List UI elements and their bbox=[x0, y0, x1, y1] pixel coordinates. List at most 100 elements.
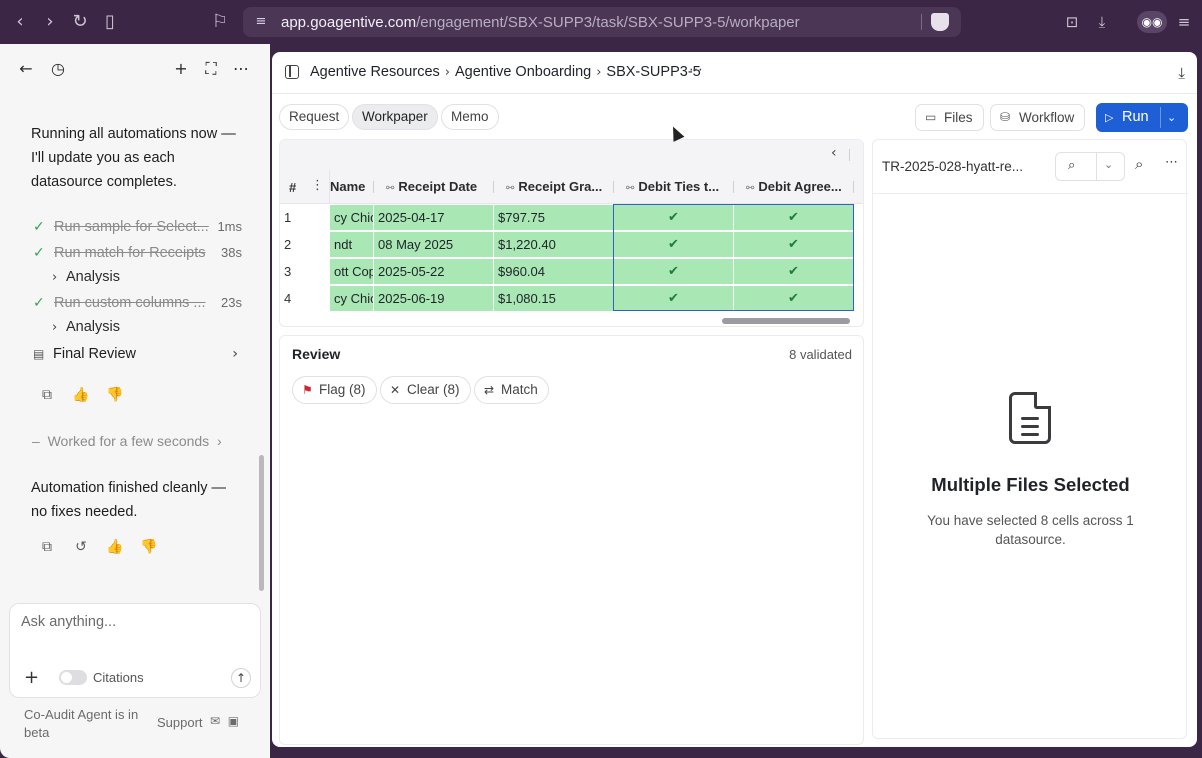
thumbs-down-icon[interactable]: 👎 bbox=[139, 537, 159, 557]
tab-memo[interactable]: Memo bbox=[441, 104, 499, 130]
task-item[interactable]: ✓ Run custom columns ... 23s bbox=[33, 292, 248, 314]
worked-status[interactable]: – Worked for a few seconds › bbox=[32, 433, 222, 449]
citations-toggle[interactable] bbox=[59, 670, 87, 685]
task-name: Run sample for Select... bbox=[54, 219, 209, 235]
table-cell[interactable]: ott Cop bbox=[330, 259, 374, 284]
table-row[interactable]: 3 ott Cop 2025-05-22 $960.04 ✔ ✔ bbox=[280, 258, 863, 285]
url-text[interactable]: app.goagentive.com/engagement/SBX-SUPP3/… bbox=[281, 14, 800, 31]
task-item[interactable]: ✓ Run sample for Select... 1ms bbox=[33, 216, 248, 238]
bookmark-icon[interactable]: ⚐ bbox=[210, 12, 230, 32]
check-cell[interactable]: ✔ bbox=[734, 232, 854, 257]
table-cell[interactable]: ndt bbox=[330, 232, 374, 257]
column-header[interactable]: ⚯ Receipt Gra... bbox=[494, 170, 614, 204]
table-cell[interactable]: 2025-06-19 bbox=[374, 286, 494, 311]
breadcrumb-item[interactable]: Agentive Onboarding bbox=[455, 64, 591, 80]
table-cell[interactable]: $1,080.15 bbox=[494, 286, 614, 311]
address-bar[interactable]: ≡ app.goagentive.com/engagement/SBX-SUPP… bbox=[243, 7, 961, 37]
expand-icon[interactable]: ⛶ bbox=[200, 58, 222, 80]
chevron-down-icon[interactable]: ⌄ bbox=[1167, 103, 1176, 132]
final-review-item[interactable]: ▤ Final Review › bbox=[33, 343, 243, 365]
table-cell[interactable]: $960.04 bbox=[494, 259, 614, 284]
table-row[interactable]: 2 ndt 08 May 2025 $1,220.40 ✔ ✔ bbox=[280, 231, 863, 258]
analysis-toggle[interactable]: › Analysis bbox=[52, 266, 120, 288]
back-arrow-icon[interactable]: ← bbox=[15, 58, 37, 80]
divider bbox=[849, 149, 850, 161]
mail-icon[interactable]: ✉ bbox=[210, 714, 220, 728]
chat-scrollbar[interactable] bbox=[259, 455, 264, 591]
column-header[interactable]: ⚯ Debit Ties t... bbox=[614, 170, 734, 204]
table-cell[interactable]: $797.75 bbox=[494, 205, 614, 230]
table-cell[interactable]: 2025-05-22 bbox=[374, 259, 494, 284]
sidebar-icon[interactable]: ▯ bbox=[100, 12, 120, 32]
send-icon[interactable]: ↑ bbox=[231, 668, 251, 688]
more-icon[interactable]: ⋯ bbox=[689, 62, 703, 78]
analysis-toggle[interactable]: › Analysis bbox=[52, 316, 120, 338]
column-header[interactable]: ⚯ Receipt Date bbox=[374, 170, 494, 204]
tab-workpaper[interactable]: Workpaper bbox=[352, 104, 438, 130]
teams-icon[interactable]: ▣ bbox=[228, 714, 239, 728]
tab-bar: Request Workpaper Memo ▭ Files ⛁ Workflow … bbox=[272, 94, 1197, 140]
column-header[interactable]: Name bbox=[330, 170, 374, 204]
files-button[interactable]: ▭ Files bbox=[915, 104, 984, 131]
attach-icon[interactable]: + bbox=[24, 667, 39, 688]
tab-request[interactable]: Request bbox=[279, 104, 350, 130]
task-item[interactable]: ✓ Run match for Receipts 38s bbox=[33, 242, 248, 264]
forward-icon[interactable]: › bbox=[40, 12, 60, 32]
retry-icon[interactable]: ↺ bbox=[71, 537, 91, 557]
profile-icon[interactable]: ◉◉ bbox=[1137, 11, 1167, 33]
check-cell[interactable]: ✔ bbox=[614, 259, 734, 284]
download-icon[interactable]: ⤓ bbox=[1178, 64, 1185, 82]
more-icon[interactable]: ⋯ bbox=[1165, 155, 1178, 170]
table-cell[interactable]: 2025-04-17 bbox=[374, 205, 494, 230]
workflow-button[interactable]: ⛁ Workflow bbox=[990, 104, 1086, 131]
breadcrumb-item[interactable]: SBX-SUPP3-5 bbox=[606, 64, 700, 80]
match-button[interactable]: ⇄ Match bbox=[474, 376, 549, 404]
collapse-icon[interactable]: ‹ bbox=[831, 145, 837, 161]
check-cell[interactable]: ✔ bbox=[614, 232, 734, 257]
column-header[interactable]: ⚯ Debit Agree... bbox=[734, 170, 854, 204]
screenshot-icon[interactable]: ⊡ bbox=[1062, 12, 1082, 32]
chevron-down-icon[interactable]: ⌄ bbox=[1104, 158, 1113, 171]
clear-button[interactable]: ✕ Clear (8) bbox=[380, 376, 471, 404]
table-cell[interactable]: cy Chica bbox=[330, 205, 374, 230]
breadcrumb-item[interactable]: Agentive Resources bbox=[310, 64, 440, 80]
brave-shield-icon[interactable] bbox=[931, 13, 949, 31]
table-row[interactable]: 1 cy Chica 2025-04-17 $797.75 ✔ ✔ bbox=[280, 204, 863, 231]
thumbs-up-icon[interactable]: 👍 bbox=[71, 385, 91, 405]
reload-icon[interactable]: ↻ bbox=[70, 12, 90, 32]
table-row[interactable]: 4 cy Chica 2025-06-19 $1,080.15 ✔ ✔ bbox=[280, 285, 863, 312]
check-cell[interactable]: ✔ bbox=[614, 286, 734, 311]
file-selector[interactable]: ⌕ ⌄ bbox=[1055, 152, 1125, 181]
chat-input[interactable] bbox=[21, 612, 251, 632]
support-link[interactable]: Support bbox=[157, 715, 203, 730]
copy-icon[interactable]: ⧉ bbox=[37, 537, 57, 557]
search-icon[interactable]: ⌕ bbox=[1135, 155, 1143, 173]
table-cell[interactable]: 08 May 2025 bbox=[374, 232, 494, 257]
menu-icon[interactable]: ≡ bbox=[1174, 12, 1194, 32]
flag-button[interactable]: ⚑ Flag (8) bbox=[292, 376, 377, 404]
new-chat-icon[interactable]: + bbox=[170, 58, 192, 80]
review-panel: Review 8 validated ⚑ Flag (8) ✕ Clear (8) … bbox=[279, 335, 864, 745]
check-cell[interactable]: ✔ bbox=[734, 205, 854, 230]
table-cell[interactable]: cy Chica bbox=[330, 286, 374, 311]
thumbs-down-icon[interactable]: 👎 bbox=[105, 385, 125, 405]
check-cell[interactable]: ✔ bbox=[734, 259, 854, 284]
copy-icon[interactable]: ⧉ bbox=[37, 385, 57, 405]
site-settings-icon[interactable]: ≡ bbox=[252, 13, 270, 31]
sidebar-toggle-icon[interactable] bbox=[285, 65, 299, 79]
thumbs-up-icon[interactable]: 👍 bbox=[105, 537, 125, 557]
history-icon[interactable]: ◷ bbox=[47, 58, 69, 80]
download-icon[interactable]: ⤓ bbox=[1092, 12, 1112, 32]
table-scrollbar[interactable] bbox=[722, 318, 850, 324]
check-cell[interactable]: ✔ bbox=[734, 286, 854, 311]
run-button[interactable]: ▷ Run ⌄ bbox=[1096, 103, 1188, 132]
more-icon[interactable]: ⋯ bbox=[230, 58, 252, 80]
file-name[interactable]: TR-2025-028-hyatt-re... bbox=[882, 159, 1023, 174]
back-icon[interactable]: ‹ bbox=[10, 12, 30, 32]
breadcrumb-bar: Agentive Resources › Agentive Onboarding › S… bbox=[272, 52, 1197, 94]
row-number-header: # ⋮ bbox=[280, 170, 330, 204]
table-cell[interactable]: $1,220.40 bbox=[494, 232, 614, 257]
column-menu-icon[interactable]: ⋮ bbox=[311, 178, 324, 193]
support-icons[interactable]: ✉ ▣ bbox=[210, 714, 239, 728]
check-cell[interactable]: ✔ bbox=[614, 205, 734, 230]
